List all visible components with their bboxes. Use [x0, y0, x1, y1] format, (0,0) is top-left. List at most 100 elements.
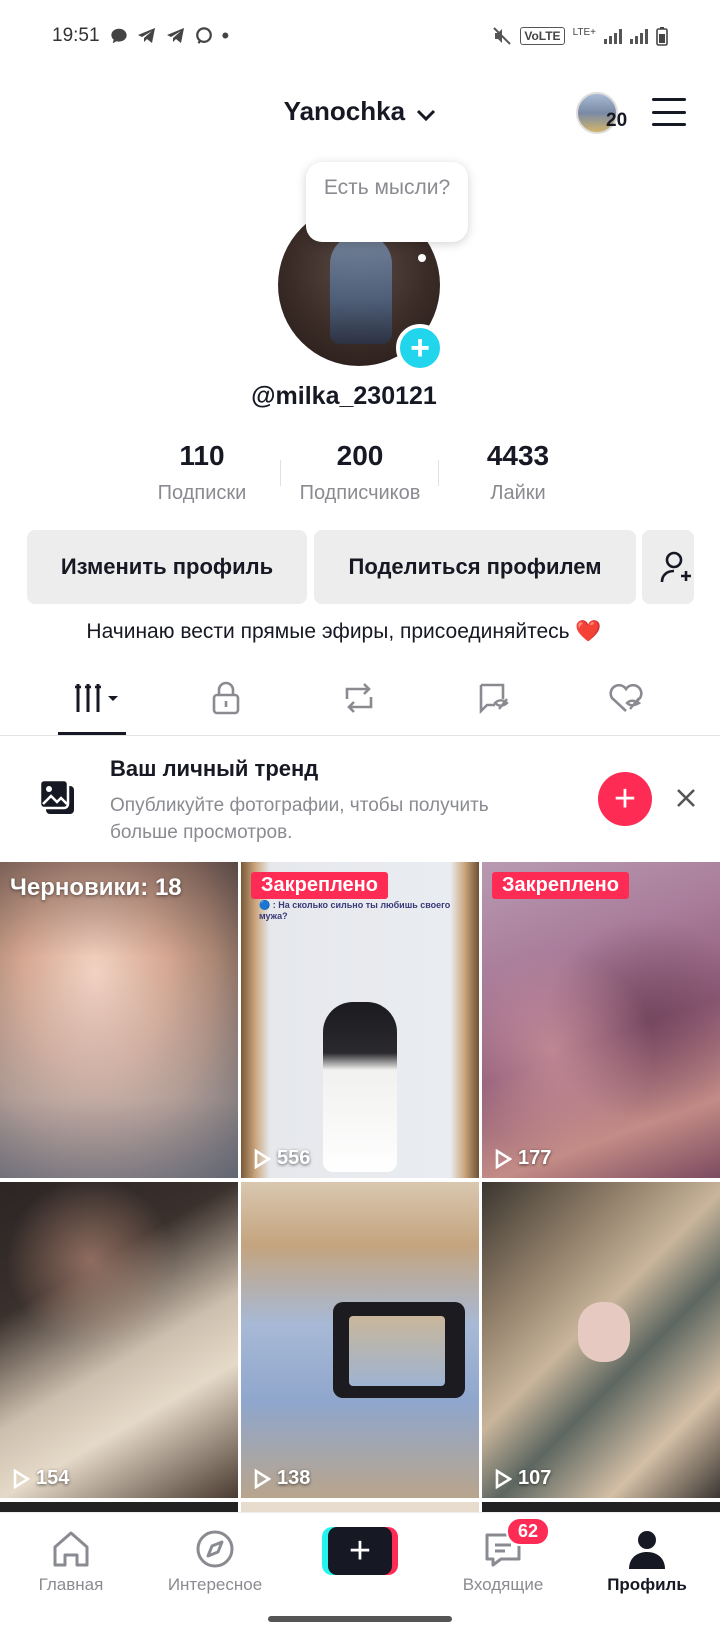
more-notifications-icon: • [221, 23, 230, 48]
inbox-badge: 62 [506, 1517, 551, 1546]
telegram-icon [166, 28, 184, 43]
mute-icon [493, 27, 512, 45]
messenger-icon [195, 27, 212, 44]
account-name: Yanochka [283, 96, 406, 126]
video-caption: 🔵 : На сколько сильно ты любишь своего м… [259, 900, 451, 921]
repost-icon [345, 683, 373, 713]
plus-icon: + [328, 1527, 392, 1575]
menu-icon[interactable] [652, 98, 686, 126]
bubble-tail [418, 254, 426, 262]
content-tabs [0, 660, 720, 736]
stat-label: Подписчиков [299, 482, 421, 504]
video-thumbnail-drafts[interactable]: Черновики: 18 [0, 862, 238, 1178]
status-time: 19:51 [52, 25, 100, 46]
favorites-icon [479, 683, 509, 715]
telegram-icon [137, 28, 155, 43]
video-thumbnail[interactable]: 154 [0, 1182, 238, 1498]
nav-profile[interactable]: Профиль [582, 1527, 712, 1595]
video-thumbnail[interactable]: Закреплено 177 [482, 862, 720, 1178]
view-count: 556 [253, 1147, 310, 1170]
drafts-label: Черновики: 18 [10, 874, 182, 901]
nav-discover[interactable]: Интересное [150, 1527, 280, 1595]
video-grid: Черновики: 18 🔵 : На сколько сильно ты л… [0, 862, 720, 1512]
tab-private[interactable] [202, 678, 250, 718]
chat-icon [110, 28, 127, 44]
play-icon [495, 1468, 512, 1489]
tab-videos[interactable] [68, 678, 128, 718]
tab-favorites[interactable] [470, 678, 518, 718]
view-count: 154 [12, 1467, 69, 1490]
play-icon [254, 1148, 271, 1169]
thoughts-bubble[interactable]: Есть мысли? [306, 162, 468, 242]
video-thumbnail[interactable]: 138 [241, 1182, 479, 1498]
nav-home[interactable]: Главная [6, 1527, 136, 1595]
system-icons: VoLTE LTE+ [492, 26, 668, 46]
nav-home-label: Главная [38, 1575, 104, 1594]
notification-icons: • [110, 23, 230, 49]
trend-subtitle: Опубликуйте фотографии, чтобы получить б… [110, 795, 489, 843]
battery-icon [656, 27, 668, 46]
stat-label: Подписки [157, 482, 247, 504]
play-icon [13, 1468, 30, 1489]
stat-likes[interactable]: 4433 Лайки [438, 440, 598, 505]
story-count: 20 [606, 110, 628, 131]
active-tab-indicator [58, 732, 126, 735]
view-count: 107 [494, 1467, 551, 1490]
home-indicator[interactable] [268, 1616, 452, 1622]
trend-add-button[interactable]: + [598, 772, 652, 826]
personal-trend-banner[interactable]: Ваш личный тренд Опубликуйте фотографии,… [0, 740, 720, 860]
photos-icon [38, 778, 74, 814]
share-profile-button[interactable]: Поделиться профилем [314, 530, 636, 604]
stat-value: 4433 [486, 440, 550, 471]
status-bar: 19:51 • VoLTE LTE+ [0, 0, 720, 72]
profile-handle: @milka_230121 [251, 382, 437, 410]
chevron-down-icon [416, 98, 436, 129]
stat-followers[interactable]: 200 Подписчиков [280, 440, 440, 505]
lte-label: LTE+ [572, 26, 596, 38]
add-friends-button[interactable] [642, 530, 694, 604]
view-count-value: 177 [518, 1147, 552, 1169]
edit-profile-button[interactable]: Изменить профиль [27, 530, 307, 604]
video-thumbnail[interactable] [241, 1502, 479, 1512]
liked-icon [609, 683, 643, 712]
video-thumbnail[interactable] [482, 1502, 720, 1512]
lock-icon [212, 681, 240, 715]
signal-icon [630, 28, 648, 44]
video-thumbnail[interactable]: 🔵 : На сколько сильно ты любишь своего м… [241, 862, 479, 1178]
stat-value: 200 [336, 440, 384, 471]
tab-liked[interactable] [602, 678, 650, 718]
pinned-badge: Закреплено [251, 872, 388, 899]
create-button[interactable]: + [322, 1527, 398, 1575]
view-count-value: 154 [36, 1467, 70, 1489]
video-thumbnail[interactable]: 107 [482, 1182, 720, 1498]
view-count-value: 107 [518, 1467, 552, 1489]
profile-stats: 110 Подписки 200 Подписчиков 4433 Лайки [0, 440, 720, 510]
video-thumbnail[interactable] [0, 1502, 238, 1512]
profile-icon [629, 1531, 665, 1569]
stat-following[interactable]: 110 Подписки [122, 440, 282, 505]
signal-icon [604, 28, 622, 44]
videos-icon [75, 684, 118, 712]
tab-reposts[interactable] [335, 678, 383, 718]
nav-inbox-label: Входящие [462, 1575, 544, 1594]
profile-header: Yanochka 20 [0, 80, 720, 150]
view-count-value: 556 [277, 1147, 311, 1169]
pinned-badge: Закреплено [492, 872, 629, 899]
stat-value: 110 [179, 440, 225, 471]
trend-title: Ваш личный тренд [110, 756, 319, 781]
play-icon [254, 1468, 271, 1489]
compass-icon [196, 1530, 234, 1568]
add-avatar-button[interactable]: + [396, 324, 444, 372]
nav-profile-label: Профиль [607, 1575, 687, 1594]
stat-label: Лайки [490, 482, 546, 504]
play-icon [495, 1148, 512, 1169]
volte-badge: VoLTE [520, 27, 565, 45]
profile-bio: Начинаю вести прямые эфиры, присоединяйт… [86, 620, 602, 643]
view-count-value: 138 [277, 1467, 311, 1489]
home-icon [53, 1531, 89, 1567]
close-icon[interactable] [672, 784, 700, 812]
view-count: 138 [253, 1467, 310, 1490]
nav-discover-label: Интересное [167, 1575, 263, 1594]
add-user-icon [660, 551, 691, 583]
view-count: 177 [494, 1147, 551, 1170]
